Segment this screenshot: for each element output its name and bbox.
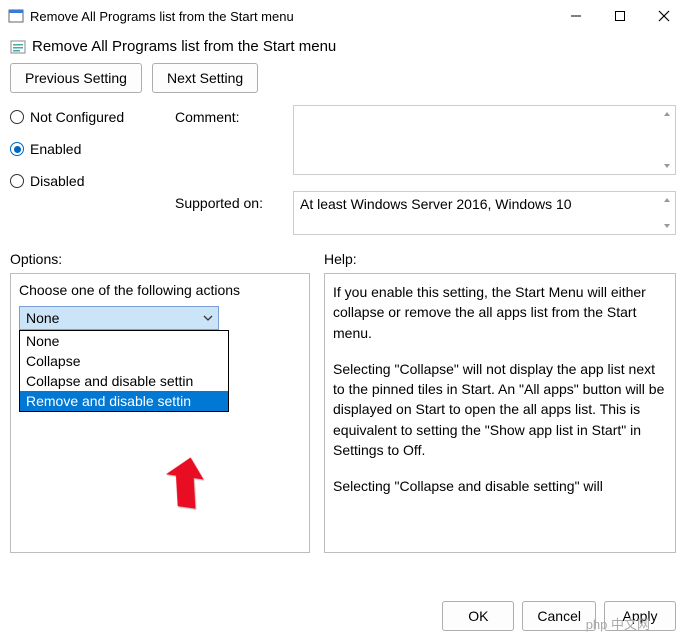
close-button[interactable] (642, 0, 686, 32)
dialog-footer: OK Cancel Apply (442, 601, 676, 631)
help-paragraph: Selecting "Collapse" will not display th… (333, 359, 667, 460)
radio-label: Enabled (30, 141, 81, 157)
previous-setting-button[interactable]: Previous Setting (10, 63, 142, 93)
supported-on-label: Supported on: (175, 191, 285, 211)
dropdown-option[interactable]: None (20, 331, 228, 351)
apply-button[interactable]: Apply (604, 601, 676, 631)
scroll-down-icon[interactable] (661, 160, 673, 172)
scroll-up-icon[interactable] (661, 194, 673, 206)
policy-header: Remove All Programs list from the Start … (10, 36, 676, 55)
minimize-button[interactable] (554, 0, 598, 32)
cancel-button[interactable]: Cancel (522, 601, 596, 631)
policy-title: Remove All Programs list from the Start … (32, 38, 336, 55)
dropdown-selected: None (26, 310, 59, 326)
radio-label: Disabled (30, 173, 84, 189)
radio-label: Not Configured (30, 109, 124, 125)
dropdown-option[interactable]: Collapse and disable settin (20, 371, 228, 391)
radio-enabled[interactable]: Enabled (10, 141, 175, 157)
next-setting-button[interactable]: Next Setting (152, 63, 258, 93)
scroll-down-icon[interactable] (661, 220, 673, 232)
radio-not-configured[interactable]: Not Configured (10, 109, 175, 125)
dropdown-list: None Collapse Collapse and disable setti… (19, 330, 229, 412)
chevron-down-icon (202, 312, 214, 324)
titlebar: Remove All Programs list from the Start … (0, 0, 686, 32)
ok-button[interactable]: OK (442, 601, 514, 631)
help-panel: If you enable this setting, the Start Me… (324, 273, 676, 553)
help-text: If you enable this setting, the Start Me… (333, 282, 667, 497)
supported-on-value: At least Windows Server 2016, Windows 10 (300, 196, 572, 212)
maximize-button[interactable] (598, 0, 642, 32)
radio-icon (10, 110, 24, 124)
state-radio-group: Not Configured Enabled Disabled (10, 105, 175, 189)
radio-icon (10, 142, 24, 156)
dropdown-option[interactable]: Remove and disable settin (20, 391, 228, 411)
supported-on-value-box: At least Windows Server 2016, Windows 10 (293, 191, 676, 235)
policy-icon (10, 39, 26, 55)
app-icon (8, 8, 24, 24)
window-title: Remove All Programs list from the Start … (30, 9, 554, 24)
dropdown-option[interactable]: Collapse (20, 351, 228, 371)
help-paragraph: Selecting "Collapse and disable setting"… (333, 476, 667, 496)
comment-input[interactable] (293, 105, 676, 175)
options-panel: Choose one of the following actions None… (10, 273, 310, 553)
options-dropdown[interactable]: None None Collapse Collapse and disable … (19, 306, 219, 330)
options-choose-label: Choose one of the following actions (19, 282, 301, 298)
help-panel-label: Help: (324, 251, 676, 267)
options-panel-label: Options: (10, 251, 310, 267)
scroll-up-icon[interactable] (661, 108, 673, 120)
help-paragraph: If you enable this setting, the Start Me… (333, 282, 667, 343)
comment-label: Comment: (175, 105, 285, 125)
radio-disabled[interactable]: Disabled (10, 173, 175, 189)
radio-icon (10, 174, 24, 188)
